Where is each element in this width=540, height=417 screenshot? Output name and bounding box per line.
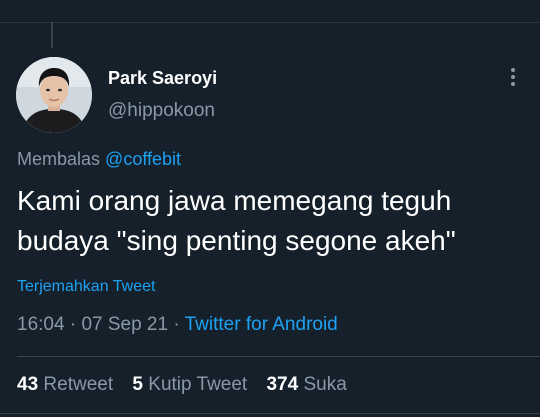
thread-connector-line xyxy=(51,22,53,48)
stats-divider xyxy=(17,356,540,357)
reply-prefix: Membalas xyxy=(17,149,101,169)
bottom-divider xyxy=(0,413,540,414)
like-stat[interactable]: 374 Suka xyxy=(266,374,346,395)
tweet-stats: 43 Retweet 5 Kutip Tweet 374 Suka xyxy=(17,374,361,396)
tweet-text-line-2: budaya "sing penting segone akeh" xyxy=(17,225,456,256)
retweet-label: Retweet xyxy=(43,374,114,395)
avatar[interactable] xyxy=(16,57,92,133)
reply-mention-link[interactable]: @coffebit xyxy=(105,149,181,169)
tweet-date[interactable]: 07 Sep 21 xyxy=(81,314,168,335)
tweet-time[interactable]: 16:04 xyxy=(17,314,65,335)
tweet-text-line-1: Kami orang jawa memegang teguh xyxy=(17,185,452,216)
meta-separator: · xyxy=(69,314,77,335)
reply-context: Membalas @coffebit xyxy=(17,149,181,170)
retweet-stat[interactable]: 43 Retweet xyxy=(17,374,113,395)
tweet-metadata: 16:04 · 07 Sep 21 · Twitter for Android xyxy=(17,314,338,336)
meta-separator: · xyxy=(173,314,180,335)
tweet-text: Kami orang jawa memegang teguh budaya "s… xyxy=(17,181,527,261)
tweet-source-link[interactable]: Twitter for Android xyxy=(185,314,338,335)
quote-label: Kutip Tweet xyxy=(148,374,248,395)
retweet-count: 43 xyxy=(17,374,39,395)
quote-count: 5 xyxy=(132,374,143,395)
quote-tweet-stat[interactable]: 5 Kutip Tweet xyxy=(132,374,247,395)
more-vertical-icon[interactable] xyxy=(507,68,519,92)
author-handle[interactable]: @hippokoon xyxy=(108,100,215,122)
author-display-name[interactable]: Park Saeroyi xyxy=(108,68,217,89)
like-label: Suka xyxy=(303,374,347,395)
top-divider xyxy=(0,22,540,23)
avatar-image xyxy=(16,57,92,133)
translate-tweet-link[interactable]: Terjemahkan Tweet xyxy=(17,278,155,296)
like-count: 374 xyxy=(266,374,299,395)
tweet-detail-view: Park Saeroyi @hippokoon Membalas @coffeb… xyxy=(0,0,540,417)
